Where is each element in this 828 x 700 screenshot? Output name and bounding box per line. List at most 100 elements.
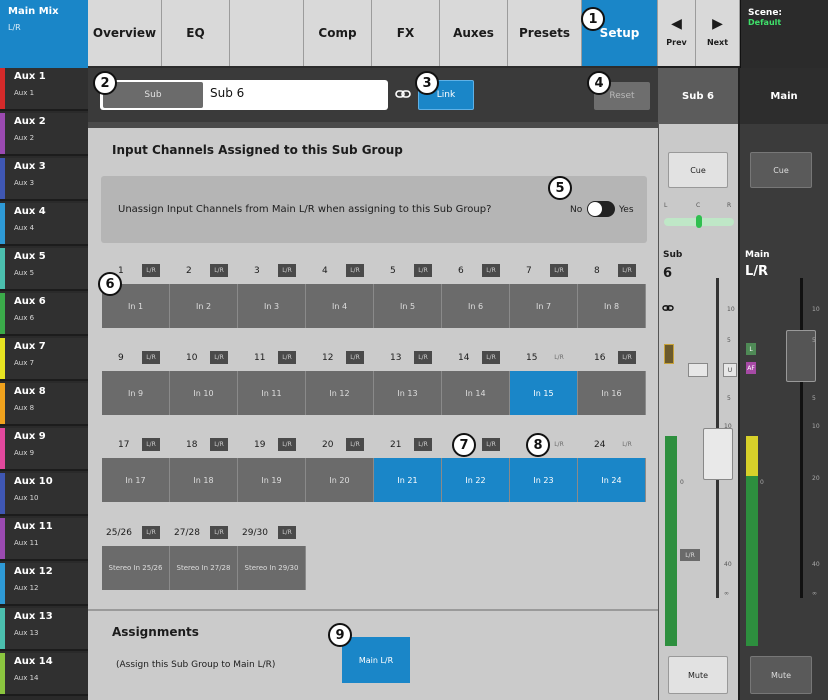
sidebar-item-aux-4[interactable]: Aux 4 Aux 4 [0,203,88,246]
main-mute-button[interactable]: Mute [750,656,812,694]
sidebar-item-aux-3[interactable]: Aux 3 Aux 3 [0,158,88,201]
channel-assign-button[interactable]: In 2 [170,284,238,328]
main-af-indicator: AF [746,362,756,374]
channel-number: 17 [118,440,130,450]
stereo-lr-button[interactable]: L/R [142,526,160,539]
channel-lr-button[interactable]: L/R [414,438,432,451]
channel-lr-button[interactable]: L/R [210,438,228,451]
channel-lr-button[interactable]: L/R [482,264,500,277]
channel-lr-button[interactable]: L/R [210,351,228,364]
sub-strip-number: 6 [663,266,673,281]
sub-pan-knob[interactable] [696,215,702,228]
sidebar-item-aux-13[interactable]: Aux 13 Aux 13 [0,608,88,651]
sidebar-item-aux-8[interactable]: Aux 8 Aux 8 [0,383,88,426]
sidebar-item-aux-12[interactable]: Aux 12 Aux 12 [0,563,88,606]
aux-sub: Aux 12 [14,584,39,592]
scene-indicator[interactable]: Scene: Default [740,0,828,68]
sidebar-item-main-mix[interactable]: Main Mix L/R [0,0,88,68]
sub-cue-button[interactable]: Cue [668,152,728,188]
channel-lr-button[interactable]: L/R [346,438,364,451]
channel-number: 3 [254,266,260,276]
channel-assign-button[interactable]: In 4 [306,284,374,328]
sub-lr-badge: L/R [680,549,700,561]
sub-type-button[interactable]: Sub [103,82,203,108]
tab-eq[interactable]: EQ [162,0,230,66]
stereo-assign-button[interactable]: Stereo In 25/26 [102,546,170,590]
channel-assign-button[interactable]: In 19 [238,458,306,502]
channel-lr-button[interactable]: L/R [346,351,364,364]
channel-lr-button[interactable]: L/R [618,438,636,451]
sidebar-item-aux-11[interactable]: Aux 11 Aux 11 [0,518,88,561]
channel-lr-button[interactable]: L/R [278,438,296,451]
stereo-assign-button[interactable]: Stereo In 29/30 [238,546,306,590]
tab-overview[interactable]: Overview [88,0,162,66]
channel-assign-button[interactable]: In 10 [170,371,238,415]
tab-fx[interactable]: FX [372,0,440,66]
tab-blank[interactable] [230,0,304,66]
sidebar-item-aux-9[interactable]: Aux 9 Aux 9 [0,428,88,471]
channel-lr-button[interactable]: L/R [482,438,500,451]
channel-lr-button[interactable]: L/R [278,264,296,277]
stereo-lr-button[interactable]: L/R [278,526,296,539]
aux-sub: Aux 8 [14,404,35,412]
channel-assign-button[interactable]: In 7 [510,284,578,328]
sub-fader-handle[interactable] [703,428,733,480]
sub-name-value[interactable]: Sub 6 [210,86,244,100]
channel-lr-button[interactable]: L/R [414,264,432,277]
next-button[interactable]: ▶ Next [696,0,740,66]
channel-assign-button[interactable]: In 15 [510,371,578,415]
tab-auxes[interactable]: Auxes [440,0,508,66]
sidebar-item-aux-7[interactable]: Aux 7 Aux 7 [0,338,88,381]
tab-comp[interactable]: Comp [304,0,372,66]
channel-assign-button[interactable]: In 24 [578,458,646,502]
channel-assign-button[interactable]: In 22 [442,458,510,502]
main-cue-button[interactable]: Cue [750,152,812,188]
channel-lr-button[interactable]: L/R [142,438,160,451]
tab-presets[interactable]: Presets [508,0,582,66]
channel-assign-button[interactable]: In 17 [102,458,170,502]
sidebar-item-aux-1[interactable]: Aux 1 Aux 1 [0,68,88,111]
channel-assign-button[interactable]: In 20 [306,458,374,502]
prev-button[interactable]: ◀ Prev [658,0,696,66]
channel-lr-button[interactable]: L/R [210,264,228,277]
channel-number: 24 [594,440,606,450]
sidebar-item-aux-14[interactable]: Aux 14 Aux 14 [0,653,88,696]
aux-title: Aux 13 [14,611,53,622]
channel-lr-button[interactable]: L/R [414,351,432,364]
channel-assign-button[interactable]: In 23 [510,458,578,502]
sub-mute-button[interactable]: Mute [668,656,728,694]
channel-assign-button[interactable]: In 9 [102,371,170,415]
channel-lr-button[interactable]: L/R [482,351,500,364]
aux-color-stripe [0,428,5,469]
sidebar-item-aux-2[interactable]: Aux 2 Aux 2 [0,113,88,156]
main-lr-assign-button[interactable]: Main L/R [342,637,410,683]
sidebar-item-aux-5[interactable]: Aux 5 Aux 5 [0,248,88,291]
sidebar-item-aux-6[interactable]: Aux 6 Aux 6 [0,293,88,336]
channel-assign-button[interactable]: In 6 [442,284,510,328]
aux-color-stripe [0,203,5,244]
channel-lr-button[interactable]: L/R [618,351,636,364]
channel-assign-button[interactable]: In 12 [306,371,374,415]
channel-assign-button[interactable]: In 13 [374,371,442,415]
channel-assign-button[interactable]: In 3 [238,284,306,328]
stereo-assign-button[interactable]: Stereo In 27/28 [170,546,238,590]
channel-number: 12 [322,353,334,363]
channel-assign-button[interactable]: In 16 [578,371,646,415]
channel-lr-button[interactable]: L/R [618,264,636,277]
channel-assign-button[interactable]: In 18 [170,458,238,502]
sidebar-item-aux-10[interactable]: Aux 10 Aux 10 [0,473,88,516]
stereo-lr-button[interactable]: L/R [210,526,228,539]
channel-lr-button[interactable]: L/R [550,438,568,451]
channel-lr-button[interactable]: L/R [142,264,160,277]
channel-lr-button[interactable]: L/R [550,351,568,364]
channel-assign-button[interactable]: In 14 [442,371,510,415]
channel-lr-button[interactable]: L/R [550,264,568,277]
channel-lr-button[interactable]: L/R [278,351,296,364]
channel-lr-button[interactable]: L/R [346,264,364,277]
channel-assign-button[interactable]: In 5 [374,284,442,328]
channel-assign-button[interactable]: In 8 [578,284,646,328]
aux-color-stripe [0,563,5,604]
channel-lr-button[interactable]: L/R [142,351,160,364]
channel-assign-button[interactable]: In 21 [374,458,442,502]
channel-assign-button[interactable]: In 11 [238,371,306,415]
